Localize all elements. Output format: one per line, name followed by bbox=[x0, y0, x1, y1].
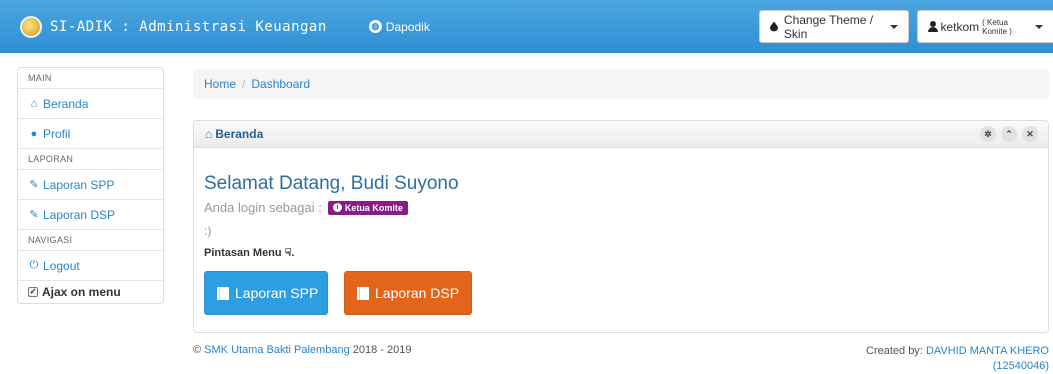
brand[interactable]: SI-ADIK : Administrasi Keuangan bbox=[20, 15, 327, 38]
sidebar-item-logout[interactable]: ⏻ Logout bbox=[18, 251, 163, 281]
footer-years: 2018 - 2019 bbox=[352, 344, 412, 356]
school-logo-icon bbox=[20, 15, 42, 38]
app-title: SI-ADIK : Administrasi Keuangan bbox=[50, 18, 327, 35]
laporan-dsp-button[interactable]: Laporan DSP bbox=[344, 271, 472, 315]
power-icon: ⏻ bbox=[29, 259, 39, 271]
sidebar: MAIN ⌂ Beranda ● Profil LAPORAN ✎ Lapora… bbox=[17, 67, 164, 304]
book-icon bbox=[217, 286, 229, 300]
dapodik-link[interactable]: ◍ Dapodik bbox=[368, 19, 430, 34]
checkbox-checked-icon[interactable]: ✓ bbox=[28, 287, 38, 297]
login-as-label: Anda login sebagai : bbox=[204, 200, 322, 215]
sidebar-item-laporan-dsp[interactable]: ✎ Laporan DSP bbox=[18, 200, 163, 230]
shortcut-heading: Pintasan Menu ☟. bbox=[204, 246, 294, 259]
footer-credits: Created by: DAVHID MANTA KHERO (12540046… bbox=[866, 344, 1049, 374]
breadcrumb-separator: / bbox=[242, 77, 246, 91]
login-as-line: Anda login sebagai : i Ketua Komite bbox=[204, 200, 408, 215]
breadcrumb: Home / Dashboard bbox=[193, 69, 1049, 99]
sidebar-item-label: Profil bbox=[43, 126, 71, 141]
sidebar-item-profil[interactable]: ● Profil bbox=[18, 119, 163, 149]
edit-icon: ✎ bbox=[29, 179, 39, 191]
collapse-chevron-up-icon[interactable]: ⌃ bbox=[1001, 126, 1017, 142]
hand-pointer-down-icon: ☟. bbox=[284, 247, 295, 259]
beranda-panel: ⌂ Beranda ✲ ⌃ ✕ Selamat Datang, Budi Suy… bbox=[193, 120, 1049, 333]
role-badge: i Ketua Komite bbox=[327, 200, 408, 215]
sidebar-section-laporan: LAPORAN bbox=[18, 149, 163, 170]
sidebar-item-label: Laporan DSP bbox=[43, 207, 116, 222]
home-icon: ⌂ bbox=[30, 97, 38, 110]
user-menu-button[interactable]: ketkom ( Ketua Komite ) bbox=[917, 10, 1053, 43]
sidebar-item-label: Laporan SPP bbox=[43, 177, 115, 192]
change-theme-label: Change Theme / Skin bbox=[783, 12, 874, 41]
top-navbar: SI-ADIK : Administrasi Keuangan ◍ Dapodi… bbox=[0, 0, 1053, 53]
dapodik-label: Dapodik bbox=[385, 19, 430, 34]
panel-tools: ✲ ⌃ ✕ bbox=[975, 126, 1038, 142]
school-link[interactable]: SMK Utama Bakti Palembang bbox=[204, 344, 350, 356]
user-name: ketkom bbox=[940, 19, 980, 34]
author-id[interactable]: (12540046) bbox=[993, 360, 1049, 372]
shortcut-label: Pintasan Menu bbox=[204, 247, 282, 259]
change-theme-button[interactable]: Change Theme / Skin bbox=[759, 10, 909, 43]
panel-header: ⌂ Beranda ✲ ⌃ ✕ bbox=[194, 121, 1048, 148]
navbar-right: Change Theme / Skin ketkom ( Ketua Komit… bbox=[759, 0, 1053, 53]
panel-title: Beranda bbox=[215, 127, 264, 141]
laporan-dsp-button-label: Laporan DSP bbox=[375, 285, 460, 301]
footer-copyright: © SMK Utama Bakti Palembang 2018 - 2019 bbox=[193, 344, 411, 356]
laporan-spp-button-label: Laporan SPP bbox=[235, 285, 319, 301]
breadcrumb-home-link[interactable]: Home bbox=[204, 77, 236, 91]
edit-icon: ✎ bbox=[29, 209, 39, 221]
sidebar-item-laporan-spp[interactable]: ✎ Laporan SPP bbox=[18, 170, 163, 200]
home-icon: ⌂ bbox=[205, 127, 213, 141]
sidebar-item-label: Beranda bbox=[43, 96, 89, 111]
role-badge-label: Ketua Komite bbox=[344, 202, 403, 213]
sidebar-item-label: Logout bbox=[43, 258, 80, 273]
user-role: ( Ketua Komite ) bbox=[982, 17, 1012, 36]
laporan-spp-button[interactable]: Laporan SPP bbox=[204, 271, 328, 315]
book-icon bbox=[357, 286, 369, 300]
ajax-on-menu-label: Ajax on menu bbox=[42, 285, 121, 299]
author-link[interactable]: DAVHID MANTA KHERO bbox=[926, 345, 1049, 357]
user-icon: ● bbox=[30, 127, 38, 140]
info-icon: i bbox=[332, 203, 342, 212]
user-icon bbox=[928, 21, 939, 32]
close-icon[interactable]: ✕ bbox=[1022, 126, 1038, 142]
globe-icon: ◍ bbox=[368, 20, 382, 33]
settings-gear-icon[interactable]: ✲ bbox=[980, 126, 996, 142]
sidebar-section-navigasi: NAVIGASI bbox=[18, 230, 163, 251]
tint-icon bbox=[770, 21, 778, 32]
created-by-label: Created by: bbox=[866, 345, 923, 357]
smile-text: :) bbox=[204, 224, 212, 238]
caret-down-icon bbox=[890, 24, 898, 29]
sidebar-item-beranda[interactable]: ⌂ Beranda bbox=[18, 89, 163, 119]
ajax-on-menu-toggle[interactable]: ✓ Ajax on menu bbox=[18, 281, 163, 303]
welcome-heading: Selamat Datang, Budi Suyono bbox=[204, 173, 459, 194]
sidebar-section-main: MAIN bbox=[18, 68, 163, 89]
breadcrumb-dashboard-link[interactable]: Dashboard bbox=[251, 77, 310, 91]
caret-down-icon bbox=[1035, 24, 1043, 29]
copyright-symbol: © bbox=[193, 344, 202, 356]
